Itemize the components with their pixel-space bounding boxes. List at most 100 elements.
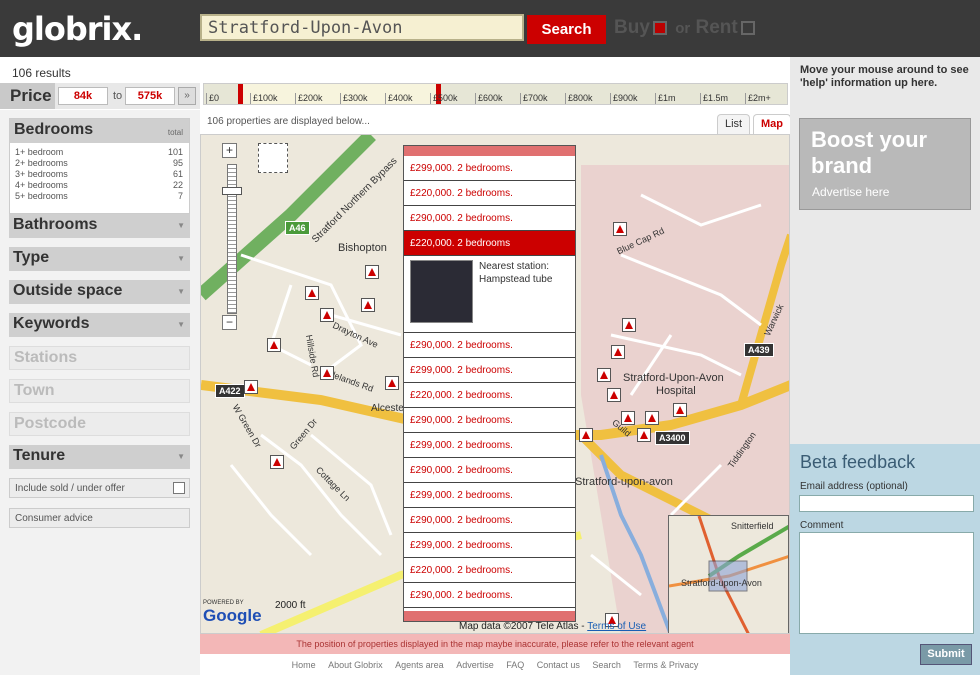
logo[interactable]: globrix.: [12, 10, 143, 48]
drag-zoom-icon[interactable]: [258, 143, 288, 173]
footer-link[interactable]: Home: [292, 660, 316, 670]
listing-item[interactable]: £299,000. 2 bedrooms.: [404, 358, 575, 383]
listing-detail[interactable]: Nearest station: Hampstead tube: [404, 256, 575, 333]
search-input[interactable]: Stratford-Upon-Avon: [200, 14, 524, 41]
submit-button[interactable]: Submit: [920, 644, 972, 665]
property-pin[interactable]: [244, 380, 258, 394]
listing-popup[interactable]: £299,000. 2 bedrooms. £220,000. 2 bedroo…: [403, 145, 576, 622]
footer-link[interactable]: Advertise: [456, 660, 494, 670]
footer-links: Home About Globrix Agents area Advertise…: [200, 655, 790, 675]
zoom-in-button[interactable]: +: [222, 143, 237, 158]
listing-item-selected[interactable]: £220,000. 2 bedrooms: [404, 231, 575, 256]
zoom-out-button[interactable]: −: [222, 315, 237, 330]
map-label: Stratford-Upon-Avon: [623, 372, 724, 384]
listing-item[interactable]: £290,000. 2 bedrooms.: [404, 333, 575, 358]
filter-outside-space[interactable]: Outside space ▼: [9, 280, 190, 304]
listing-item[interactable]: £299,000. 2 bedrooms.: [404, 156, 575, 181]
property-pin[interactable]: [320, 308, 334, 322]
filter-tenure[interactable]: Tenure ▼: [9, 445, 190, 469]
listing-item[interactable]: £299,000. 2 bedrooms.: [404, 533, 575, 558]
listing-item[interactable]: £299,000. 2 bedrooms.: [404, 483, 575, 508]
rent-checkbox[interactable]: [740, 20, 755, 35]
listing-item[interactable]: £220,000. 2 bedrooms.: [404, 181, 575, 206]
bedroom-option[interactable]: 1+ bedroom 101: [10, 147, 189, 158]
bedroom-option[interactable]: 5+ bedrooms 7: [10, 191, 189, 202]
bedroom-option[interactable]: 2+ bedrooms 95: [10, 158, 189, 169]
property-pin[interactable]: [607, 388, 621, 402]
property-pin[interactable]: [645, 411, 659, 425]
tab-list[interactable]: List: [717, 114, 751, 134]
footer-link[interactable]: Terms & Privacy: [633, 660, 698, 670]
consumer-advice-link[interactable]: Consumer advice: [9, 508, 190, 528]
tab-map[interactable]: Map: [753, 114, 791, 134]
include-sold-option[interactable]: Include sold / under offer: [9, 478, 190, 498]
property-pin[interactable]: [305, 286, 319, 300]
price-tick: £900k: [610, 93, 638, 104]
overview-map[interactable]: Snitterfield Stratford-upon-Avon: [668, 515, 789, 633]
property-pin[interactable]: [613, 222, 627, 236]
footer-link[interactable]: About Globrix: [328, 660, 383, 670]
property-pin[interactable]: [597, 368, 611, 382]
terms-of-use-link[interactable]: Terms of Use: [587, 621, 646, 632]
footer-link[interactable]: Contact us: [537, 660, 580, 670]
property-pin[interactable]: [673, 403, 687, 417]
listing-item[interactable]: £290,000. 2 bedrooms.: [404, 508, 575, 533]
filter-bathrooms[interactable]: Bathrooms ▼: [9, 214, 190, 238]
advert-box[interactable]: Boost your brand Advertise here: [799, 118, 971, 210]
footer-link[interactable]: Search: [592, 660, 621, 670]
property-pin[interactable]: [267, 338, 281, 352]
scroll-down-button[interactable]: [404, 611, 575, 621]
advertise-link[interactable]: Advertise here: [800, 179, 970, 199]
listing-item[interactable]: £290,000. 2 bedrooms.: [404, 206, 575, 231]
listing-item[interactable]: £299,000. 2 bedrooms.: [404, 433, 575, 458]
map-data-text: Map data ©2007 Tele Atlas -: [459, 621, 585, 632]
price-max-input[interactable]: 575k: [125, 87, 175, 105]
filter-type[interactable]: Type ▼: [9, 247, 190, 271]
overview-map-roads: [669, 516, 788, 633]
price-slider-min-handle[interactable]: [238, 84, 243, 104]
footer-link[interactable]: FAQ: [506, 660, 524, 670]
station-name: Hampstead tube: [479, 274, 553, 285]
email-field[interactable]: [799, 495, 974, 512]
price-min-input[interactable]: 84k: [58, 87, 108, 105]
property-pin[interactable]: [621, 411, 635, 425]
property-pin[interactable]: [320, 366, 334, 380]
listing-item[interactable]: £220,000. 2 bedrooms.: [404, 558, 575, 583]
property-pin[interactable]: [365, 265, 379, 279]
zoom-slider-handle[interactable]: [222, 187, 242, 195]
price-slider[interactable]: £0 £100k £200k £300k £400k £500k £600k £…: [203, 83, 788, 105]
or-label: or: [675, 20, 691, 37]
map-label: Stratford-upon-Avon: [681, 578, 762, 588]
bedroom-option-count: 61: [172, 169, 183, 179]
property-pin[interactable]: [270, 455, 284, 469]
bedroom-option[interactable]: 4+ bedrooms 22: [10, 180, 189, 191]
listing-item[interactable]: £290,000. 2 bedrooms.: [404, 408, 575, 433]
property-pin[interactable]: [385, 376, 399, 390]
rent-label: Rent: [695, 17, 738, 38]
property-pin[interactable]: [579, 428, 593, 442]
listing-item[interactable]: £290,000. 2 bedrooms.: [404, 583, 575, 608]
google-logo[interactable]: Google: [203, 606, 262, 626]
listing-item[interactable]: £220,000. 2 bedrooms.: [404, 383, 575, 408]
map-scale: 2000 ft: [275, 600, 306, 611]
price-go-button[interactable]: »: [178, 87, 196, 105]
bedrooms-header[interactable]: Bedrooms total: [10, 119, 189, 143]
buy-checkbox[interactable]: [652, 20, 667, 35]
filter-label: Bathrooms: [13, 216, 98, 233]
property-pin[interactable]: [611, 345, 625, 359]
map-label: Snitterfield: [731, 521, 774, 531]
listing-item[interactable]: £290,000. 2 bedrooms.: [404, 458, 575, 483]
property-thumbnail[interactable]: [410, 260, 473, 323]
chevron-down-icon: ▼: [177, 452, 185, 461]
footer-link[interactable]: Agents area: [395, 660, 444, 670]
include-sold-checkbox[interactable]: [173, 482, 185, 494]
property-pin[interactable]: [637, 428, 651, 442]
comment-field[interactable]: [799, 532, 974, 634]
property-pin[interactable]: [361, 298, 375, 312]
property-pin[interactable]: [622, 318, 636, 332]
bedroom-option[interactable]: 3+ bedrooms 61: [10, 169, 189, 180]
scroll-up-button[interactable]: [404, 146, 575, 156]
price-tick: £400k: [385, 93, 413, 104]
filter-keywords[interactable]: Keywords ▼: [9, 313, 190, 337]
search-button[interactable]: Search: [527, 15, 606, 44]
